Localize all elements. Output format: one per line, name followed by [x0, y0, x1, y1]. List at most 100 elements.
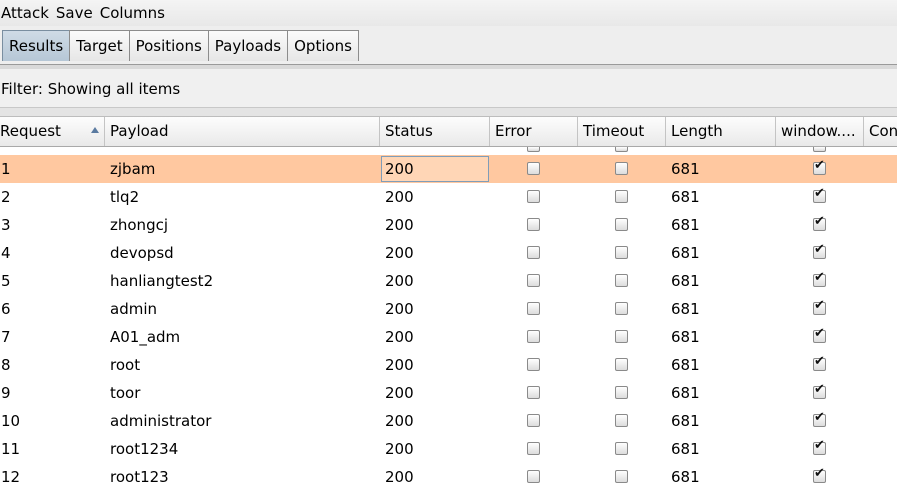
column-header-length[interactable]: Length: [666, 117, 776, 146]
error-checkbox[interactable]: [527, 442, 540, 455]
table-row[interactable]: 11 root1234 200 681: [0, 435, 897, 463]
cell-status: 200: [385, 300, 414, 318]
window-checkbox[interactable]: [813, 466, 826, 483]
error-checkbox[interactable]: [527, 246, 540, 259]
table-row[interactable]: 9 toor 200 681: [0, 379, 897, 407]
column-header-error[interactable]: Error: [490, 117, 578, 146]
window-checkbox[interactable]: [813, 242, 826, 259]
cell-status: 200: [385, 244, 414, 262]
column-header-timeout[interactable]: Timeout: [578, 117, 666, 146]
cell-payload: root: [110, 356, 141, 374]
window-checkbox[interactable]: [813, 158, 826, 175]
cell-payload: toor: [110, 384, 141, 402]
error-checkbox[interactable]: [527, 470, 540, 483]
timeout-checkbox[interactable]: [615, 162, 628, 175]
table-row[interactable]: 10 administrator 200 681: [0, 407, 897, 435]
cell-payload: devopsd: [110, 244, 174, 262]
filter-label[interactable]: Filter: Showing all items: [1, 80, 180, 98]
cell-request: 7: [1, 328, 11, 346]
error-checkbox[interactable]: [527, 386, 540, 399]
error-checkbox[interactable]: [527, 414, 540, 427]
cell-request: 8: [1, 356, 11, 374]
menu-save[interactable]: Save: [55, 3, 93, 23]
table-row[interactable]: 12 root123 200 681: [0, 463, 897, 491]
filter-bar[interactable]: Filter: Showing all items: [0, 69, 897, 108]
cell-length: 681: [671, 412, 700, 430]
timeout-checkbox[interactable]: [615, 330, 628, 343]
divider: [0, 108, 897, 117]
cell-request: 1: [1, 160, 11, 178]
column-header-request[interactable]: Request: [0, 117, 105, 146]
error-checkbox[interactable]: [527, 162, 540, 175]
error-checkbox[interactable]: [527, 274, 540, 287]
tab-payloads[interactable]: Payloads: [207, 30, 289, 61]
table-row[interactable]: 7 A01_adm 200 681: [0, 323, 897, 351]
error-checkbox[interactable]: [527, 190, 540, 203]
timeout-checkbox[interactable]: [615, 190, 628, 203]
cell-length: 681: [671, 160, 700, 178]
cell-payload: administrator: [110, 412, 212, 430]
column-header-payload[interactable]: Payload: [105, 117, 380, 146]
window-checkbox[interactable]: [813, 326, 826, 343]
timeout-checkbox[interactable]: [615, 302, 628, 315]
cell-length: 681: [671, 440, 700, 458]
cell-request: 6: [1, 300, 11, 318]
cell-payload: root1234: [110, 440, 179, 458]
window-checkbox[interactable]: [813, 186, 826, 203]
cell-status: 200: [385, 188, 414, 206]
sort-ascending-icon: [91, 127, 99, 133]
table-row[interactable]: 6 admin 200 681: [0, 295, 897, 323]
cell-length: 681: [671, 356, 700, 374]
checkbox-partial: [813, 147, 826, 152]
window-checkbox[interactable]: [813, 438, 826, 455]
timeout-checkbox[interactable]: [615, 246, 628, 259]
cell-length: 681: [671, 216, 700, 234]
cell-payload: A01_adm: [110, 328, 181, 346]
tab-options[interactable]: Options: [287, 30, 360, 61]
menu-attack[interactable]: Attack: [0, 3, 49, 23]
window-checkbox[interactable]: [813, 382, 826, 399]
cell-payload: admin: [110, 300, 157, 318]
column-header-con[interactable]: Con: [864, 117, 897, 146]
column-header-window[interactable]: window....: [776, 117, 864, 146]
tab-positions[interactable]: Positions: [128, 30, 209, 61]
tab-results[interactable]: Results: [2, 30, 71, 61]
timeout-checkbox[interactable]: [615, 470, 628, 483]
cell-status: 200: [385, 468, 414, 486]
table-row[interactable]: 4 devopsd 200 681: [0, 239, 897, 267]
window-checkbox[interactable]: [813, 354, 826, 371]
results-table: 1zjbam2006812tlq22006813zhongcj2006814de…: [0, 147, 897, 494]
window-checkbox[interactable]: [813, 270, 826, 287]
table-row[interactable]: 5 hanliangtest2 200 681: [0, 267, 897, 295]
window-checkbox[interactable]: [813, 298, 826, 315]
table-row[interactable]: 3 zhongcj 200 681: [0, 211, 897, 239]
timeout-checkbox[interactable]: [615, 274, 628, 287]
timeout-checkbox[interactable]: [615, 442, 628, 455]
timeout-checkbox[interactable]: [615, 386, 628, 399]
timeout-checkbox[interactable]: [615, 414, 628, 427]
error-checkbox[interactable]: [527, 218, 540, 231]
error-checkbox[interactable]: [527, 330, 540, 343]
table-row[interactable]: 2 tlq2 200 681: [0, 183, 897, 211]
table-row[interactable]: 1 zjbam 200 681: [0, 155, 897, 183]
timeout-checkbox[interactable]: [615, 358, 628, 371]
error-checkbox[interactable]: [527, 358, 540, 371]
cell-status: 200: [385, 272, 414, 290]
cell-request: 9: [1, 384, 11, 402]
timeout-checkbox[interactable]: [615, 218, 628, 231]
cell-request: 10: [1, 412, 21, 430]
menu-columns[interactable]: Columns: [99, 3, 165, 23]
cell-status: 200: [385, 160, 414, 178]
error-checkbox[interactable]: [527, 302, 540, 315]
tab-target[interactable]: Target: [69, 30, 130, 61]
checkbox-partial: [615, 147, 628, 152]
column-header-status[interactable]: Status: [380, 117, 490, 146]
window-checkbox[interactable]: [813, 410, 826, 427]
cell-payload: root123: [110, 468, 169, 486]
table-header: Request Payload Status Error Timeout Len…: [0, 117, 897, 147]
table-row[interactable]: 8 root 200 681: [0, 351, 897, 379]
cell-status: 200: [385, 356, 414, 374]
tab-strip: Results Target Positions Payloads Option…: [0, 26, 897, 65]
window-checkbox[interactable]: [813, 214, 826, 231]
cell-payload: hanliangtest2: [110, 272, 214, 290]
